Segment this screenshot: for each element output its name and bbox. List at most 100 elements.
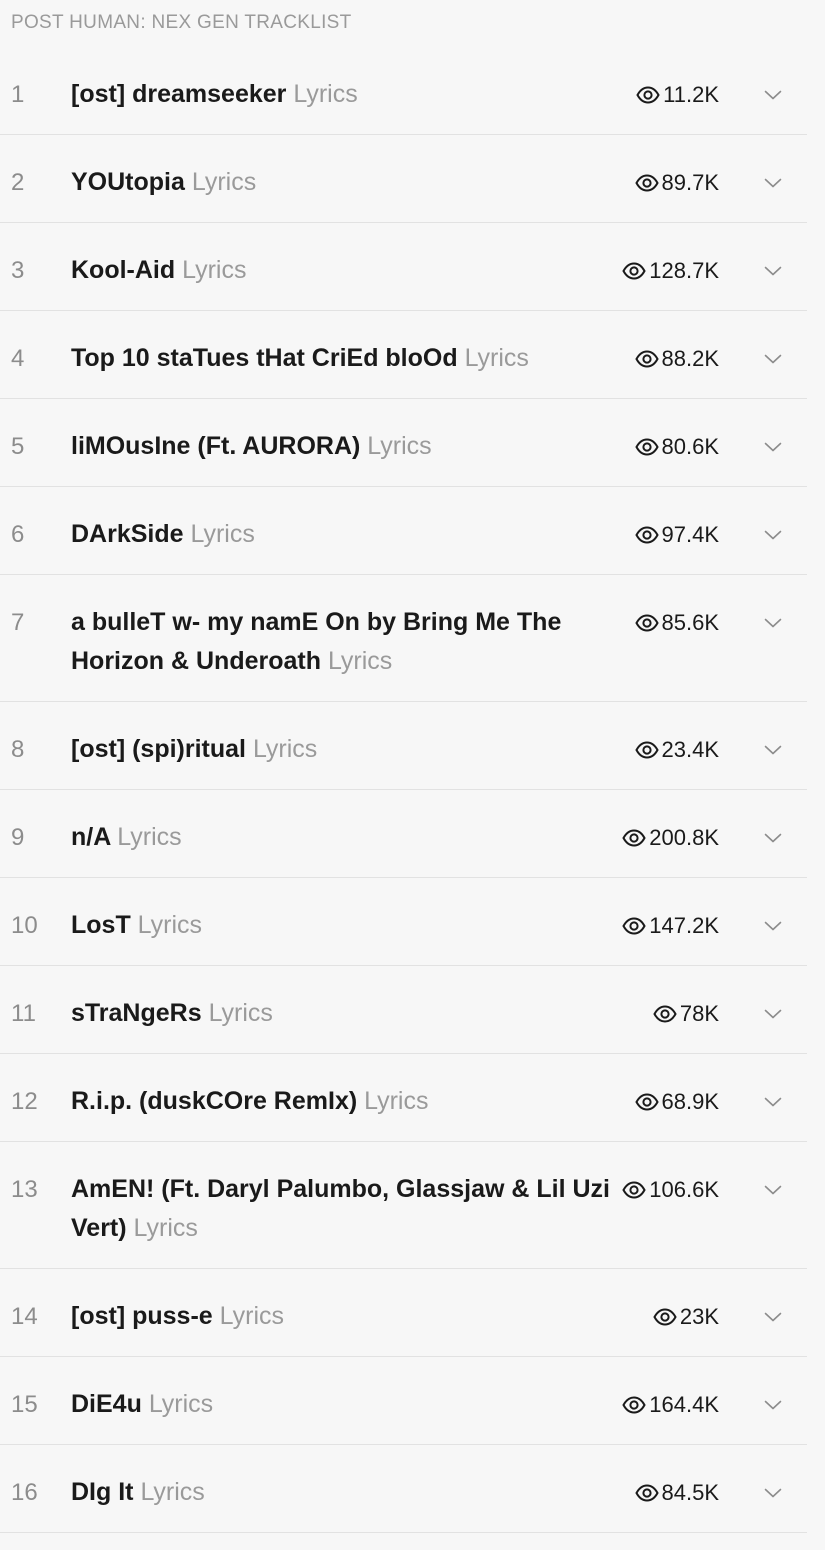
- view-count: 84.5K: [661, 1480, 720, 1505]
- track-title-link[interactable]: Top 10 staTues tHat CriEd bloOd Lyrics: [71, 339, 635, 378]
- chevron-down-icon[interactable]: [763, 909, 783, 943]
- view-count: 11.2K: [663, 82, 719, 107]
- eye-icon: [622, 829, 649, 847]
- view-count: 85.6K: [661, 610, 720, 635]
- view-count: 89.7K: [661, 170, 720, 195]
- track-title-link[interactable]: R.i.p. (duskCOre RemIx) Lyrics: [71, 1082, 635, 1121]
- view-count: 200.8K: [649, 825, 719, 850]
- eye-icon: [622, 917, 649, 935]
- lyrics-label: Lyrics: [133, 1214, 198, 1242]
- track-row[interactable]: 14 [ost] puss-e Lyrics 23K: [0, 1269, 807, 1357]
- chevron-down-icon[interactable]: [763, 1173, 783, 1207]
- track-title-link[interactable]: LosT Lyrics: [71, 906, 622, 945]
- eye-icon: [634, 174, 662, 192]
- track-title: [ost] (spi)ritual: [71, 735, 246, 763]
- tracklist-heading: POST HUMAN: NEX GEN TRACKLIST: [11, 12, 352, 33]
- pageviews: 147.2K: [622, 909, 719, 943]
- chevron-down-icon[interactable]: [763, 733, 783, 767]
- lyrics-label: Lyrics: [464, 344, 529, 372]
- track-title-link[interactable]: [ost] puss-e Lyrics: [71, 1297, 653, 1336]
- track-row[interactable]: 2 YOUtopia Lyrics 89.7K: [0, 135, 807, 223]
- track-number: 11: [11, 1000, 36, 1027]
- pageviews: 11.2K: [636, 78, 719, 112]
- track-row[interactable]: 12 R.i.p. (duskCOre RemIx) Lyrics 68.9K: [0, 1054, 807, 1142]
- track-title-link[interactable]: [ost] (spi)ritual Lyrics: [71, 730, 635, 769]
- lyrics-label: Lyrics: [367, 432, 432, 460]
- pageviews: 200.8K: [622, 821, 719, 855]
- track-title-link[interactable]: liMOusIne (Ft. AURORA) Lyrics: [71, 427, 635, 466]
- track-number: 14: [11, 1303, 38, 1330]
- track-title-link[interactable]: a bulleT w- my namE On by Bring Me The H…: [71, 603, 635, 681]
- track-row[interactable]: 9 n/A Lyrics 200.8K: [0, 790, 807, 878]
- track-title-link[interactable]: n/A Lyrics: [71, 818, 622, 857]
- track-title: liMOusIne (Ft. AURORA): [71, 432, 361, 460]
- track-row[interactable]: 1 [ost] dreamseeker Lyrics 11.2K: [0, 47, 807, 135]
- track-number: 9: [11, 824, 25, 851]
- track-number: 4: [11, 345, 25, 372]
- track-row[interactable]: 11 sTraNgeRs Lyrics 78K: [0, 966, 807, 1054]
- lyrics-label: Lyrics: [219, 1302, 284, 1330]
- track-title-link[interactable]: DIg It Lyrics: [71, 1473, 635, 1512]
- chevron-down-icon[interactable]: [763, 78, 783, 112]
- chevron-down-icon[interactable]: [763, 1388, 783, 1422]
- chevron-down-icon[interactable]: [763, 342, 783, 376]
- track-title-link[interactable]: [ost] dreamseeker Lyrics: [71, 75, 636, 114]
- chevron-down-icon[interactable]: [763, 1300, 783, 1334]
- track-row[interactable]: 5 liMOusIne (Ft. AURORA) Lyrics 80.6K: [0, 399, 807, 487]
- track-title-link[interactable]: DiE4u Lyrics: [71, 1385, 622, 1424]
- track-title: DiE4u: [71, 1390, 142, 1418]
- track-row[interactable]: 10 LosT Lyrics 147.2K: [0, 878, 807, 966]
- view-count: 128.7K: [649, 258, 719, 283]
- lyrics-label: Lyrics: [293, 80, 358, 108]
- pageviews: 23.4K: [634, 733, 720, 767]
- track-title-link[interactable]: YOUtopia Lyrics: [71, 163, 635, 202]
- eye-icon: [634, 526, 662, 544]
- chevron-down-icon[interactable]: [763, 430, 783, 464]
- chevron-down-icon[interactable]: [763, 166, 783, 200]
- pageviews: 164.4K: [622, 1388, 719, 1422]
- track-row[interactable]: 8 [ost] (spi)ritual Lyrics 23.4K: [0, 702, 807, 790]
- lyrics-label: Lyrics: [117, 823, 182, 851]
- eye-icon: [634, 1484, 662, 1502]
- tracklist: POST HUMAN: NEX GEN TRACKLIST 1 [ost] dre…: [0, 0, 807, 1533]
- chevron-down-icon[interactable]: [763, 1476, 783, 1510]
- pageviews: 80.6K: [634, 430, 719, 464]
- pageviews: 128.7K: [622, 254, 719, 288]
- track-number: 8: [11, 736, 25, 763]
- track-title-link[interactable]: AmEN! (Ft. Daryl Palumbo, Glassjaw & Lil…: [71, 1170, 622, 1248]
- track-row[interactable]: 15 DiE4u Lyrics 164.4K: [0, 1357, 807, 1445]
- chevron-down-icon[interactable]: [763, 606, 783, 640]
- chevron-down-icon[interactable]: [763, 997, 783, 1031]
- eye-icon: [636, 86, 663, 104]
- track-title-link[interactable]: Kool-Aid Lyrics: [71, 251, 622, 290]
- pageviews: 23K: [653, 1300, 719, 1334]
- view-count: 23.4K: [661, 737, 720, 762]
- pageviews: 68.9K: [634, 1085, 719, 1119]
- track-row[interactable]: 3 Kool-Aid Lyrics 128.7K: [0, 223, 807, 311]
- chevron-down-icon[interactable]: [763, 1085, 783, 1119]
- track-title-link[interactable]: DArkSide Lyrics: [71, 515, 635, 554]
- track-number: 13: [11, 1176, 38, 1203]
- track-title: a bulleT w- my namE On by Bring Me The H…: [71, 608, 562, 675]
- view-count: 147.2K: [649, 913, 719, 938]
- track-number: 7: [11, 609, 25, 636]
- view-count: 97.4K: [661, 522, 720, 547]
- eye-icon: [634, 741, 662, 759]
- chevron-down-icon[interactable]: [763, 821, 783, 855]
- track-title-link[interactable]: sTraNgeRs Lyrics: [71, 994, 653, 1033]
- track-number: 10: [11, 912, 38, 939]
- lyrics-label: Lyrics: [137, 911, 203, 939]
- track-row[interactable]: 16 DIg It Lyrics 84.5K: [0, 1445, 807, 1533]
- track-row[interactable]: 4 Top 10 staTues tHat CriEd bloOd Lyrics 8…: [0, 311, 807, 399]
- track-title: DIg It: [71, 1478, 134, 1506]
- chevron-down-icon[interactable]: [763, 254, 783, 288]
- eye-icon: [622, 1181, 649, 1199]
- pageviews: 106.6K: [622, 1173, 719, 1207]
- track-title: DArkSide: [71, 520, 184, 548]
- chevron-down-icon[interactable]: [763, 518, 783, 552]
- track-title: YOUtopia: [71, 168, 185, 196]
- track-row[interactable]: 13 AmEN! (Ft. Daryl Palumbo, Glassjaw & L…: [0, 1142, 807, 1269]
- pageviews: 84.5K: [634, 1476, 720, 1510]
- track-row[interactable]: 6 DArkSide Lyrics 97.4K: [0, 487, 807, 575]
- track-row[interactable]: 7 a bulleT w- my namE On by Bring Me The …: [0, 575, 807, 702]
